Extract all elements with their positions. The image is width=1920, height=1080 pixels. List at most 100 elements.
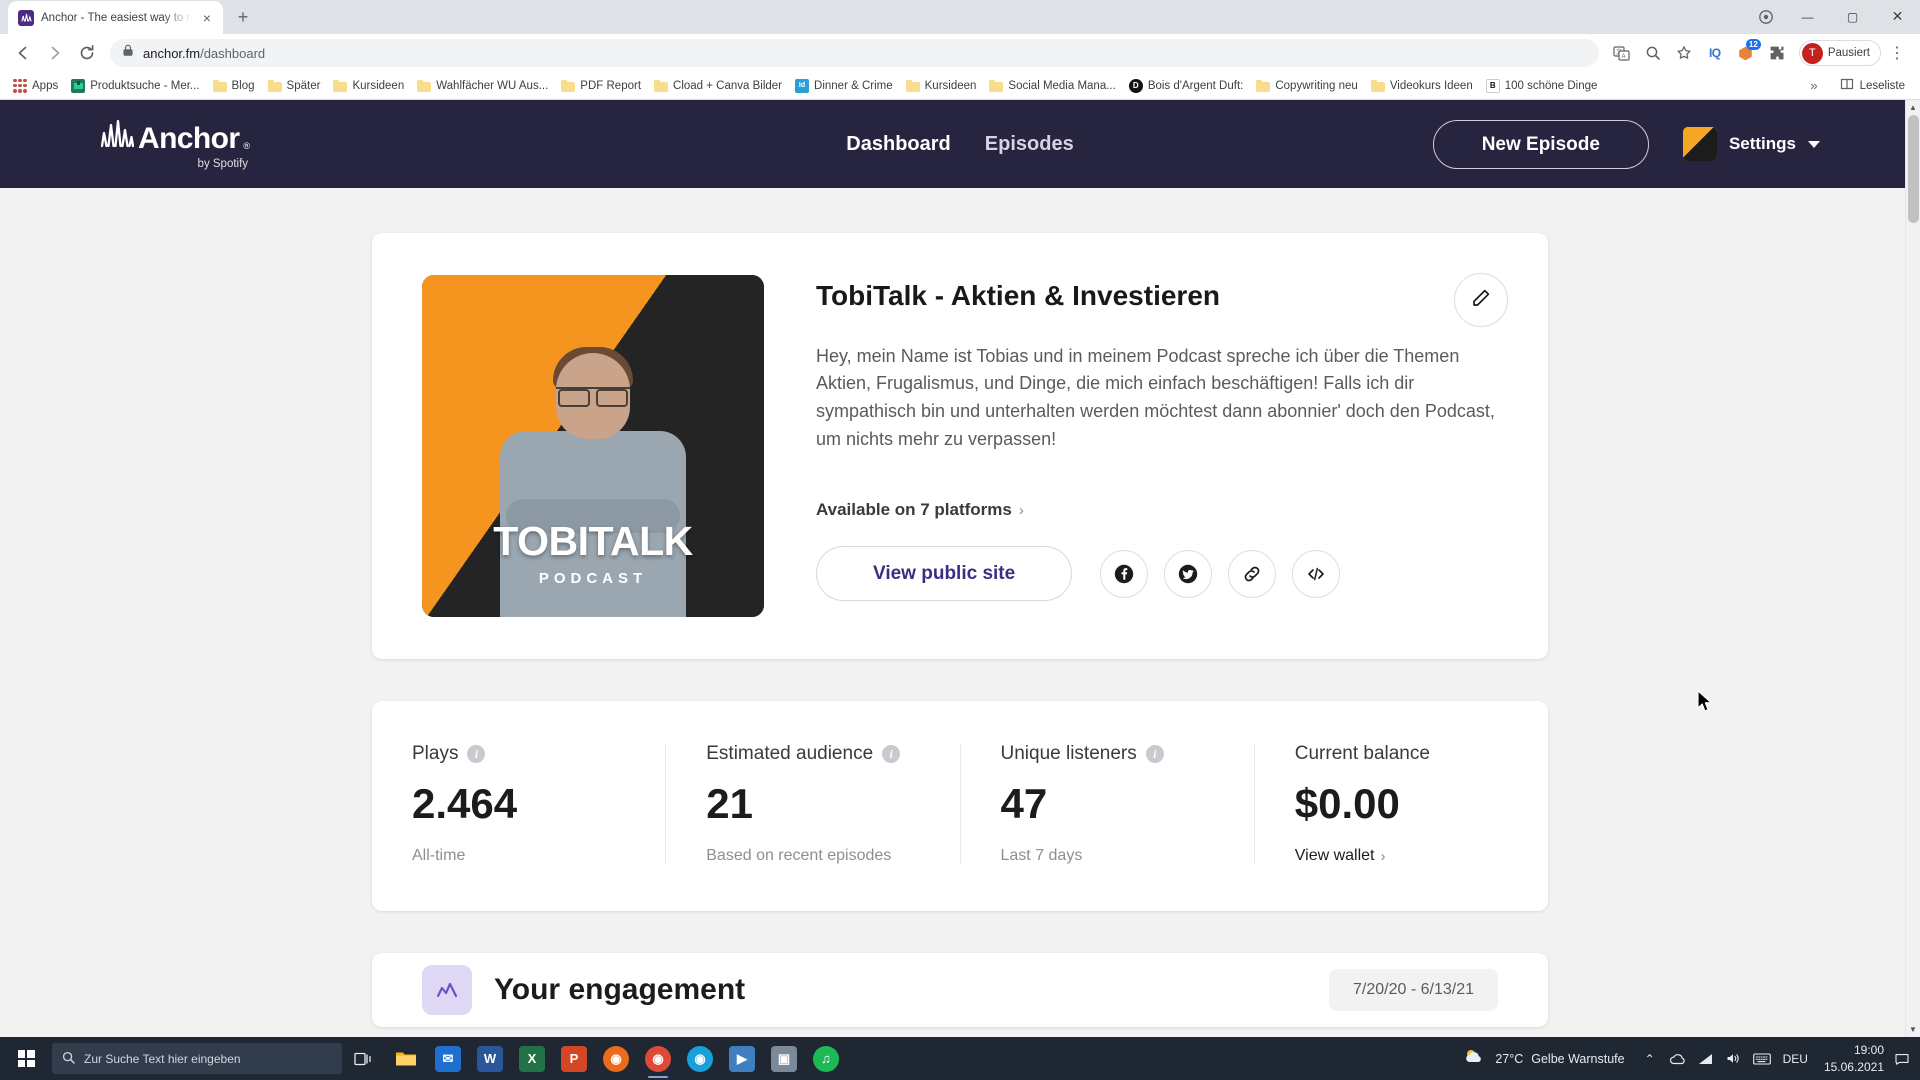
- iq-extension-icon[interactable]: IQ: [1700, 38, 1730, 68]
- bookmark-item[interactable]: Später: [262, 77, 327, 95]
- engagement-date-range[interactable]: 7/20/20 - 6/13/21: [1329, 969, 1498, 1011]
- volume-icon[interactable]: [1721, 1037, 1747, 1080]
- weather-widget[interactable]: 27°C Gelbe Warnstufe: [1453, 1048, 1634, 1069]
- back-button[interactable]: [8, 38, 38, 68]
- close-window-button[interactable]: ✕: [1875, 0, 1920, 33]
- profile-actions: View public site: [816, 546, 1498, 602]
- taskbar-clock[interactable]: 19:00 15.06.2021: [1816, 1042, 1892, 1074]
- stat-note: Last 7 days: [1000, 847, 1083, 864]
- bookmark-item[interactable]: Wahlfächer WU Aus...: [411, 77, 554, 95]
- taskbar-search-box[interactable]: Zur Suche Text hier eingeben: [52, 1043, 342, 1074]
- embed-code-icon[interactable]: [1292, 549, 1341, 598]
- tab-close-icon[interactable]: ×: [199, 10, 215, 26]
- info-icon[interactable]: i: [1145, 745, 1164, 763]
- bookmarks-overflow-button[interactable]: »: [1802, 78, 1825, 93]
- nav-link-dashboard[interactable]: Dashboard: [846, 133, 950, 156]
- network-icon[interactable]: [1693, 1037, 1719, 1080]
- video-editor-button[interactable]: ▶: [722, 1037, 762, 1080]
- bookmarks-overflow-area: » Leseliste: [1802, 77, 1913, 94]
- task-view-button[interactable]: [344, 1037, 384, 1080]
- bookmark-item[interactable]: Blog: [207, 77, 261, 95]
- tab-title: Anchor - The easiest way to mak: [41, 11, 192, 24]
- edge-button[interactable]: ◉: [680, 1037, 720, 1080]
- extension-with-badge-icon[interactable]: 12: [1731, 38, 1761, 68]
- translate-icon[interactable]: 文A: [1607, 38, 1637, 68]
- excel-button[interactable]: X: [512, 1037, 552, 1080]
- page-scrollbar[interactable]: ▲ ▼: [1905, 100, 1920, 1037]
- stat-value: 21: [706, 780, 753, 827]
- view-wallet-link[interactable]: View wallet ›: [1295, 847, 1508, 865]
- new-tab-button[interactable]: +: [229, 3, 257, 31]
- onedrive-icon[interactable]: [1665, 1037, 1691, 1080]
- firefox-button[interactable]: ◉: [596, 1037, 636, 1080]
- reload-button[interactable]: [72, 38, 102, 68]
- folder-icon: [1370, 79, 1385, 92]
- bookmark-item[interactable]: Id Dinner & Crime: [789, 76, 899, 96]
- stat-label: Current balance: [1294, 743, 1430, 764]
- minimize-button[interactable]: —: [1785, 0, 1830, 33]
- mouse-cursor: [1697, 690, 1714, 719]
- partly-cloudy-icon: [1463, 1048, 1487, 1069]
- reading-list-button[interactable]: Leseliste: [1840, 77, 1913, 94]
- bookmark-star-icon[interactable]: [1669, 38, 1699, 68]
- available-platforms-link[interactable]: Available on 7 platforms ›: [816, 500, 1498, 520]
- search-zoom-icon[interactable]: [1638, 38, 1668, 68]
- bookmark-item[interactable]: Kursideen: [327, 77, 410, 95]
- video-editor-icon: ▶: [729, 1045, 755, 1072]
- cover-title: TOBITALK: [493, 518, 693, 564]
- nav-link-episodes[interactable]: Episodes: [985, 133, 1074, 156]
- folder-icon: [417, 79, 432, 92]
- scrollbar-thumb[interactable]: [1908, 115, 1919, 223]
- word-icon: W: [477, 1045, 503, 1072]
- extensions-puzzle-icon[interactable]: [1762, 38, 1792, 68]
- maximize-button[interactable]: ▢: [1830, 0, 1875, 33]
- bookmark-item[interactable]: Cload + Canva Bilder: [648, 77, 788, 95]
- spotify-button[interactable]: ♫: [806, 1037, 846, 1080]
- screen-capture-icon[interactable]: [1751, 2, 1781, 32]
- chrome-menu-button[interactable]: ⋮: [1882, 38, 1912, 68]
- start-button[interactable]: [4, 1037, 48, 1080]
- anchor-favicon-icon: [18, 9, 34, 26]
- mail-button[interactable]: ✉: [428, 1037, 468, 1080]
- stat-estimated-audience: Estimated audience i 21 Based on recent …: [666, 743, 961, 865]
- browser-tab-anchor[interactable]: Anchor - The easiest way to mak ×: [8, 1, 223, 34]
- facebook-icon[interactable]: [1100, 549, 1149, 598]
- bookmark-item[interactable]: B 100 schöne Dinge: [1480, 76, 1604, 96]
- edit-podcast-button[interactable]: [1454, 273, 1508, 327]
- twitter-icon[interactable]: [1164, 549, 1213, 598]
- view-public-site-button[interactable]: View public site: [816, 546, 1073, 602]
- profile-pill[interactable]: T Pausiert: [1798, 40, 1881, 66]
- bookmark-item[interactable]: Social Media Mana...: [983, 77, 1121, 95]
- bookmark-item[interactable]: D Bois d'Argent Duft:: [1123, 76, 1250, 96]
- scroll-up-arrow[interactable]: ▲: [1906, 100, 1920, 115]
- link-icon[interactable]: [1228, 549, 1277, 598]
- share-icon-group: [1100, 549, 1341, 598]
- info-icon[interactable]: i: [467, 745, 486, 763]
- notification-center-icon[interactable]: [1894, 1037, 1910, 1080]
- bookmark-item[interactable]: Videokurs Ideen: [1365, 77, 1479, 95]
- file-explorer-button[interactable]: [386, 1037, 426, 1080]
- powerpoint-button[interactable]: P: [554, 1037, 594, 1080]
- info-icon[interactable]: i: [882, 745, 901, 763]
- anchor-logo-text: Anchor: [138, 121, 240, 155]
- stat-value: 47: [1000, 780, 1048, 827]
- scroll-down-arrow[interactable]: ▼: [1906, 1022, 1920, 1037]
- word-button[interactable]: W: [470, 1037, 510, 1080]
- forward-button[interactable]: [40, 38, 70, 68]
- photos-button[interactable]: ▣: [764, 1037, 804, 1080]
- language-indicator[interactable]: DEU: [1777, 1052, 1814, 1066]
- settings-menu[interactable]: Settings: [1682, 127, 1820, 161]
- bookmark-item[interactable]: Copywriting neu: [1250, 77, 1363, 95]
- chrome-button[interactable]: ◉: [638, 1037, 678, 1080]
- anchor-logo[interactable]: Anchor ® by Spotify: [100, 119, 250, 170]
- site-icon: D: [1128, 78, 1143, 93]
- bookmark-item[interactable]: Kursideen: [900, 77, 983, 95]
- keyboard-icon[interactable]: [1749, 1037, 1775, 1080]
- bookmark-item[interactable]: PDF Report: [555, 77, 647, 95]
- tray-chevron-up-icon[interactable]: ⌃: [1637, 1037, 1663, 1080]
- address-bar[interactable]: anchor.fm/dashboard: [110, 39, 1599, 67]
- bookmark-apps[interactable]: Apps: [7, 76, 64, 96]
- bookmark-label: Blog: [231, 79, 255, 92]
- new-episode-button[interactable]: New Episode: [1432, 119, 1649, 169]
- bookmark-item[interactable]: Produktsuche - Mer...: [65, 76, 205, 96]
